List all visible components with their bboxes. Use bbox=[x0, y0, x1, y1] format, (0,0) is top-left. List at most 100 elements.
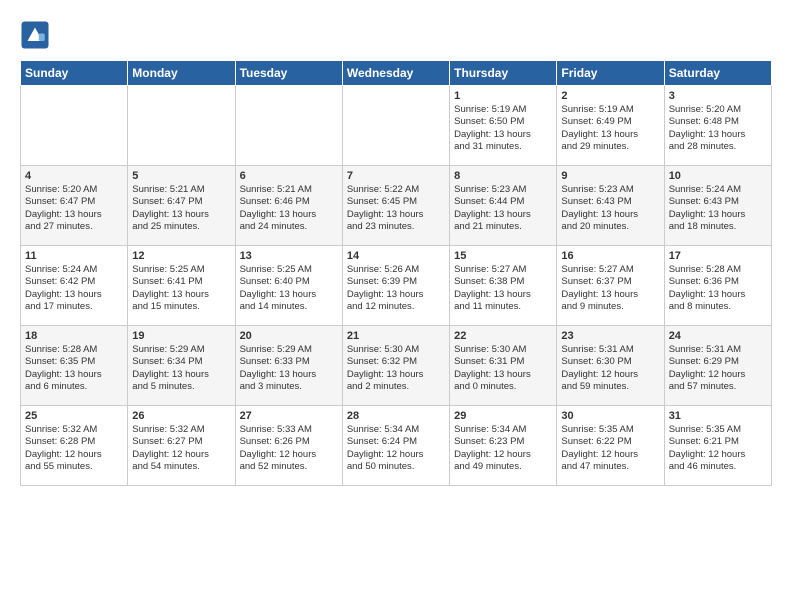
sun-info: Sunset: 6:43 PM bbox=[561, 196, 659, 208]
calendar-cell: 30Sunrise: 5:35 AMSunset: 6:22 PMDayligh… bbox=[557, 406, 664, 486]
sun-info: Sunrise: 5:34 AM bbox=[347, 424, 445, 436]
day-number: 22 bbox=[454, 330, 552, 342]
daylight-hours: Daylight: 13 hours bbox=[454, 129, 552, 141]
col-header-friday: Friday bbox=[557, 61, 664, 86]
sun-info: and 50 minutes. bbox=[347, 461, 445, 473]
sun-info: and 59 minutes. bbox=[561, 381, 659, 393]
sun-info: Sunrise: 5:20 AM bbox=[669, 104, 767, 116]
sun-info: Sunset: 6:43 PM bbox=[669, 196, 767, 208]
sun-info: Sunrise: 5:29 AM bbox=[132, 344, 230, 356]
day-number: 19 bbox=[132, 330, 230, 342]
sun-info: Sunrise: 5:21 AM bbox=[132, 184, 230, 196]
calendar-cell: 10Sunrise: 5:24 AMSunset: 6:43 PMDayligh… bbox=[664, 166, 771, 246]
sun-info: Sunrise: 5:33 AM bbox=[240, 424, 338, 436]
calendar-cell: 8Sunrise: 5:23 AMSunset: 6:44 PMDaylight… bbox=[450, 166, 557, 246]
calendar-cell: 15Sunrise: 5:27 AMSunset: 6:38 PMDayligh… bbox=[450, 246, 557, 326]
sun-info: and 49 minutes. bbox=[454, 461, 552, 473]
daylight-hours: Daylight: 13 hours bbox=[561, 289, 659, 301]
sun-info: Sunrise: 5:31 AM bbox=[669, 344, 767, 356]
sun-info: Sunset: 6:34 PM bbox=[132, 356, 230, 368]
day-number: 29 bbox=[454, 410, 552, 422]
sun-info: Sunset: 6:29 PM bbox=[669, 356, 767, 368]
day-number: 4 bbox=[25, 170, 123, 182]
day-number: 12 bbox=[132, 250, 230, 262]
sun-info: Sunset: 6:48 PM bbox=[669, 116, 767, 128]
sun-info: Sunrise: 5:28 AM bbox=[25, 344, 123, 356]
day-number: 3 bbox=[669, 90, 767, 102]
day-number: 7 bbox=[347, 170, 445, 182]
day-number: 11 bbox=[25, 250, 123, 262]
calendar-week-row: 18 Sunrise: 5:28 AMSunset: 6:35 PM Dayligh… bbox=[21, 326, 772, 406]
sun-info: Sunset: 6:32 PM bbox=[347, 356, 445, 368]
sun-info: and 54 minutes. bbox=[132, 461, 230, 473]
daylight-hours: Daylight: 12 hours bbox=[561, 449, 659, 461]
calendar-cell: 31Sunrise: 5:35 AMSunset: 6:21 PMDayligh… bbox=[664, 406, 771, 486]
sun-info: and 8 minutes. bbox=[669, 301, 767, 313]
sun-info: Sunrise: 5:19 AM bbox=[454, 104, 552, 116]
day-number: 20 bbox=[240, 330, 338, 342]
daylight-hours: Daylight: 13 hours bbox=[240, 369, 338, 381]
sun-info: and 52 minutes. bbox=[240, 461, 338, 473]
sun-info: and 2 minutes. bbox=[347, 381, 445, 393]
sun-info: and 28 minutes. bbox=[669, 141, 767, 153]
col-header-saturday: Saturday bbox=[664, 61, 771, 86]
calendar-table: SundayMondayTuesdayWednesdayThursdayFrid… bbox=[20, 60, 772, 486]
calendar-cell: 29Sunrise: 5:34 AMSunset: 6:23 PMDayligh… bbox=[450, 406, 557, 486]
calendar-cell: 2Sunrise: 5:19 AMSunset: 6:49 PMDaylight… bbox=[557, 86, 664, 166]
calendar-cell: 3Sunrise: 5:20 AMSunset: 6:48 PMDaylight… bbox=[664, 86, 771, 166]
sun-info: Sunset: 6:47 PM bbox=[25, 196, 123, 208]
day-number: 14 bbox=[347, 250, 445, 262]
sun-info: and 25 minutes. bbox=[132, 221, 230, 233]
sun-info: Sunset: 6:35 PM bbox=[25, 356, 123, 368]
sun-info: Sunrise: 5:25 AM bbox=[132, 264, 230, 276]
calendar-cell: 26Sunrise: 5:32 AMSunset: 6:27 PMDayligh… bbox=[128, 406, 235, 486]
day-number: 26 bbox=[132, 410, 230, 422]
sun-info: and 27 minutes. bbox=[25, 221, 123, 233]
day-number: 15 bbox=[454, 250, 552, 262]
sun-info: Sunrise: 5:35 AM bbox=[561, 424, 659, 436]
calendar-cell: 9Sunrise: 5:23 AMSunset: 6:43 PMDaylight… bbox=[557, 166, 664, 246]
page-header bbox=[20, 20, 772, 50]
daylight-hours: Daylight: 13 hours bbox=[347, 289, 445, 301]
day-number: 25 bbox=[25, 410, 123, 422]
sun-info: Sunrise: 5:27 AM bbox=[454, 264, 552, 276]
calendar-cell bbox=[128, 86, 235, 166]
calendar-cell: 24Sunrise: 5:31 AMSunset: 6:29 PMDayligh… bbox=[664, 326, 771, 406]
day-number: 24 bbox=[669, 330, 767, 342]
sun-info: Sunrise: 5:22 AM bbox=[347, 184, 445, 196]
sun-info: Sunset: 6:30 PM bbox=[561, 356, 659, 368]
day-number: 8 bbox=[454, 170, 552, 182]
day-number: 28 bbox=[347, 410, 445, 422]
daylight-hours: Daylight: 12 hours bbox=[561, 369, 659, 381]
sun-info: Sunrise: 5:19 AM bbox=[561, 104, 659, 116]
calendar-cell: 6Sunrise: 5:21 AMSunset: 6:46 PMDaylight… bbox=[235, 166, 342, 246]
col-header-monday: Monday bbox=[128, 61, 235, 86]
calendar-cell: 17Sunrise: 5:28 AMSunset: 6:36 PMDayligh… bbox=[664, 246, 771, 326]
sun-info: and 46 minutes. bbox=[669, 461, 767, 473]
col-header-sunday: Sunday bbox=[21, 61, 128, 86]
sun-info: and 20 minutes. bbox=[561, 221, 659, 233]
day-number: 16 bbox=[561, 250, 659, 262]
sun-info: Sunset: 6:49 PM bbox=[561, 116, 659, 128]
calendar-cell: 27Sunrise: 5:33 AMSunset: 6:26 PMDayligh… bbox=[235, 406, 342, 486]
daylight-hours: Daylight: 13 hours bbox=[240, 209, 338, 221]
daylight-hours: Daylight: 13 hours bbox=[347, 369, 445, 381]
calendar-week-row: 1Sunrise: 5:19 AMSunset: 6:50 PMDaylight… bbox=[21, 86, 772, 166]
logo bbox=[20, 20, 54, 50]
sun-info: Sunrise: 5:32 AM bbox=[132, 424, 230, 436]
daylight-hours: Daylight: 13 hours bbox=[132, 209, 230, 221]
daylight-hours: Daylight: 13 hours bbox=[347, 209, 445, 221]
day-number: 18 bbox=[25, 330, 123, 342]
sun-info: and 55 minutes. bbox=[25, 461, 123, 473]
sun-info: Sunrise: 5:35 AM bbox=[669, 424, 767, 436]
col-header-tuesday: Tuesday bbox=[235, 61, 342, 86]
sun-info: Sunrise: 5:30 AM bbox=[454, 344, 552, 356]
calendar-cell: 28Sunrise: 5:34 AMSunset: 6:24 PMDayligh… bbox=[342, 406, 449, 486]
daylight-hours: Daylight: 12 hours bbox=[454, 449, 552, 461]
sun-info: and 17 minutes. bbox=[25, 301, 123, 313]
sun-info: Sunrise: 5:23 AM bbox=[561, 184, 659, 196]
daylight-hours: Daylight: 13 hours bbox=[669, 289, 767, 301]
sun-info: Sunset: 6:24 PM bbox=[347, 436, 445, 448]
sun-info: Sunrise: 5:29 AM bbox=[240, 344, 338, 356]
sun-info: and 31 minutes. bbox=[454, 141, 552, 153]
